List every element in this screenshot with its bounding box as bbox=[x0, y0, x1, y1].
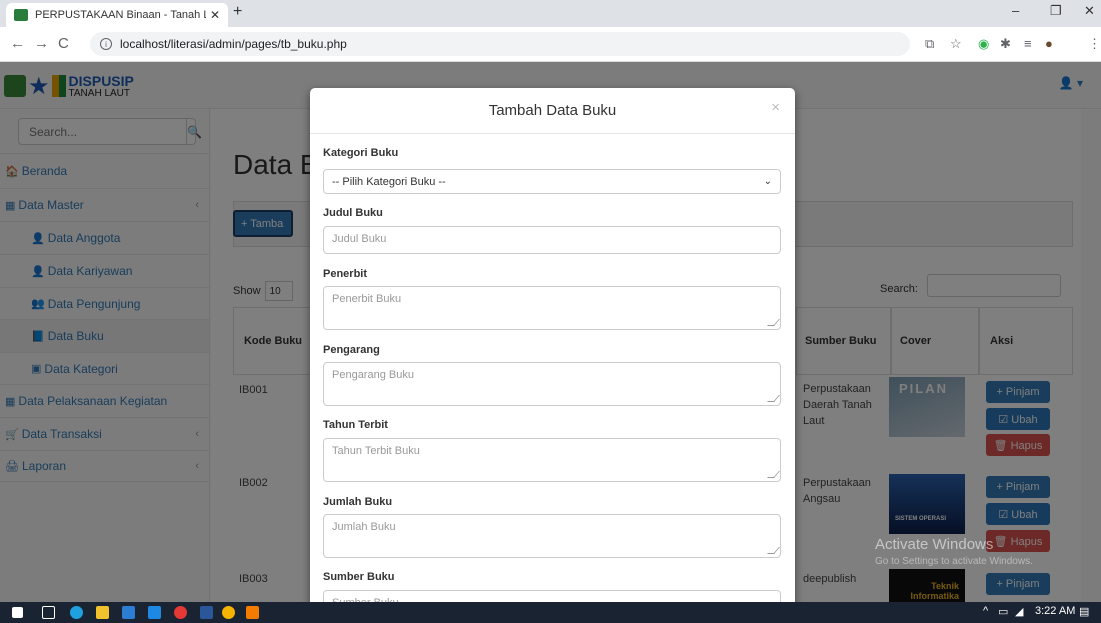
maximize-button[interactable]: ❐ bbox=[1050, 3, 1062, 19]
reading-list-icon[interactable]: ≡ bbox=[1024, 36, 1032, 51]
chevron-down-icon: ⌄ bbox=[763, 176, 772, 187]
resize-handle-icon[interactable] bbox=[767, 319, 780, 326]
forward-icon[interactable]: → bbox=[34, 35, 49, 52]
modal-header: Tambah Data Buku × bbox=[310, 88, 795, 134]
puzzle-icon[interactable]: ✱ bbox=[1000, 36, 1011, 52]
menu-dots-icon[interactable]: ⋮ bbox=[1088, 36, 1101, 52]
reload-icon[interactable]: C bbox=[58, 35, 69, 52]
windows-start-icon[interactable] bbox=[12, 607, 23, 618]
pengarang-placeholder: Pengarang Buku bbox=[332, 369, 414, 381]
resize-handle-icon[interactable] bbox=[767, 471, 780, 478]
jumlah-label: Jumlah Buku bbox=[323, 496, 393, 508]
new-tab-button[interactable]: + bbox=[233, 3, 242, 21]
word-icon[interactable] bbox=[200, 606, 213, 619]
browser-tab-strip: PERPUSTAKAAN Binaan - Tanah L ✕ + – ❐ ✕ bbox=[0, 0, 1101, 27]
extension-icon[interactable]: ◉ bbox=[978, 36, 989, 52]
minimize-button[interactable]: – bbox=[1012, 3, 1019, 18]
file-explorer-icon[interactable] bbox=[96, 606, 109, 619]
tahun-label: Tahun Terbit bbox=[323, 419, 388, 431]
modal-close-icon[interactable]: × bbox=[771, 99, 780, 116]
tab-title: PERPUSTAKAAN Binaan - Tanah L bbox=[35, 9, 206, 21]
kategori-selected-value: -- Pilih Kategori Buku -- bbox=[332, 175, 446, 188]
kategori-label: Kategori Buku bbox=[323, 147, 399, 159]
opera-icon[interactable] bbox=[174, 606, 187, 619]
modal-title: Tambah Data Buku bbox=[488, 102, 617, 119]
url-text: localhost/literasi/admin/pages/tb_buku.p… bbox=[120, 37, 347, 51]
tahun-textarea[interactable]: Tahun Terbit Buku bbox=[323, 438, 781, 482]
clock-time[interactable]: 3:22 AM bbox=[1035, 605, 1075, 617]
site-info-icon[interactable]: i bbox=[100, 38, 112, 50]
jumlah-textarea[interactable]: Jumlah Buku bbox=[323, 514, 781, 558]
browser-toolbar: ← → C i localhost/literasi/admin/pages/t… bbox=[0, 27, 1101, 62]
xampp-icon[interactable] bbox=[246, 606, 259, 619]
resize-handle-icon[interactable] bbox=[767, 547, 780, 554]
translate-icon[interactable]: ⧉ bbox=[925, 36, 934, 52]
penerbit-label: Penerbit bbox=[323, 268, 368, 280]
windows-activation-hint: Go to Settings to activate Windows. bbox=[875, 556, 1033, 567]
penerbit-placeholder: Penerbit Buku bbox=[332, 293, 402, 305]
judul-label: Judul Buku bbox=[323, 207, 383, 219]
profile-avatar-icon[interactable]: ● bbox=[1045, 36, 1053, 51]
chrome-icon[interactable] bbox=[222, 606, 235, 619]
mail-icon[interactable] bbox=[148, 606, 161, 619]
browser-tab[interactable]: PERPUSTAKAAN Binaan - Tanah L ✕ bbox=[6, 3, 228, 27]
tray-overflow-icon[interactable]: ^ bbox=[983, 605, 988, 617]
network-icon[interactable]: ▭ bbox=[998, 605, 1008, 618]
judul-input[interactable]: Judul Buku bbox=[323, 226, 781, 254]
resize-handle-icon[interactable] bbox=[767, 395, 780, 402]
add-book-modal: Tambah Data Buku × Kategori Buku -- Pili… bbox=[310, 88, 795, 608]
volume-icon[interactable]: ◢ bbox=[1015, 605, 1023, 618]
jumlah-placeholder: Jumlah Buku bbox=[332, 521, 396, 533]
kategori-select[interactable]: -- Pilih Kategori Buku -- ⌄ bbox=[323, 169, 781, 194]
tahun-placeholder: Tahun Terbit Buku bbox=[332, 445, 420, 457]
windows-taskbar: ^ ▭ ◢ 3:22 AM ▤ bbox=[0, 602, 1101, 623]
favicon-icon bbox=[14, 9, 28, 21]
back-icon[interactable]: ← bbox=[10, 35, 25, 52]
tab-close-icon[interactable]: ✕ bbox=[210, 8, 220, 22]
store-icon[interactable] bbox=[122, 606, 135, 619]
windows-activation-watermark: Activate Windows bbox=[875, 536, 994, 553]
judul-placeholder: Judul Buku bbox=[332, 233, 387, 245]
bookmark-star-icon[interactable]: ☆ bbox=[950, 36, 962, 52]
task-view-icon[interactable] bbox=[42, 606, 55, 619]
penerbit-textarea[interactable]: Penerbit Buku bbox=[323, 286, 781, 330]
pengarang-textarea[interactable]: Pengarang Buku bbox=[323, 362, 781, 406]
edge-icon[interactable] bbox=[70, 606, 83, 619]
notification-icon[interactable]: ▤ bbox=[1079, 605, 1089, 618]
address-bar[interactable]: i localhost/literasi/admin/pages/tb_buku… bbox=[90, 32, 910, 56]
window-close-button[interactable]: ✕ bbox=[1084, 3, 1095, 19]
sumber-label: Sumber Buku bbox=[323, 571, 395, 583]
pengarang-label: Pengarang bbox=[323, 344, 380, 356]
